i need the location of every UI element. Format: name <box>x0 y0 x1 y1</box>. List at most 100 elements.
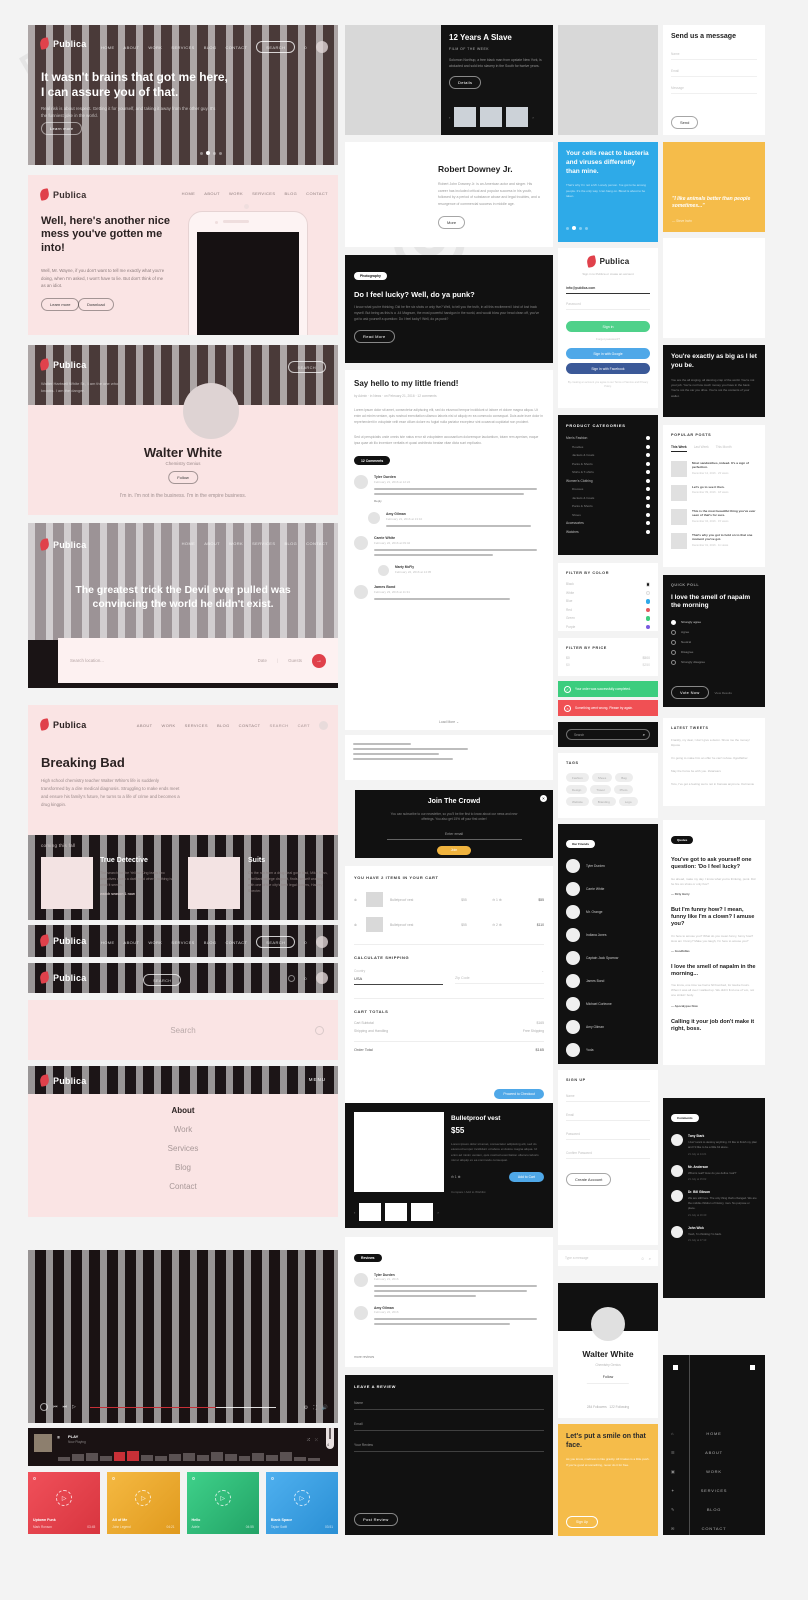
product-note[interactable]: Compare / Add to Wishlist <box>451 1190 544 1194</box>
tweet-item[interactable]: May the Force be with you. #starwars <box>671 769 757 774</box>
nav-item[interactable]: BLOG <box>284 191 297 196</box>
search-icon[interactable]: ⌕ <box>643 732 645 737</box>
prev-icon[interactable]: ‹ <box>449 115 450 120</box>
menu-item-about[interactable]: About <box>28 1106 338 1115</box>
tag-list[interactable]: Fashion Shoes Bag Design Travel Photo We… <box>566 773 650 806</box>
alert-error[interactable]: × Something went wrong. Please try again… <box>558 700 658 716</box>
more-icon[interactable] <box>191 1477 195 1480</box>
nav-item[interactable]: HOME <box>182 541 196 546</box>
country-select[interactable]: USA <box>354 976 443 985</box>
play-icon[interactable]: ▷ <box>135 1490 152 1507</box>
prev-icon[interactable]: ⏮ <box>53 1404 58 1410</box>
name-field[interactable]: Name <box>566 1094 650 1102</box>
confirm-password-field[interactable]: Confirm Password <box>566 1151 650 1159</box>
poll-option[interactable]: Disagree <box>671 649 757 655</box>
nav-item[interactable]: CONTACT <box>306 541 328 546</box>
nav-item[interactable]: WORK <box>148 45 162 50</box>
audio-player[interactable]: ⏸ PLAY Now Playing ⤮ ⤬ 4 <box>28 1428 338 1466</box>
dot[interactable] <box>579 226 582 230</box>
poll-option[interactable]: Strongly disagree <box>671 659 757 665</box>
email-input[interactable]: info@publica.com <box>566 286 650 294</box>
message-field[interactable]: Message <box>671 86 757 94</box>
nav-item[interactable]: BLOG <box>217 723 230 728</box>
tag-item[interactable]: Logo <box>618 797 638 806</box>
emoji-icon[interactable]: ☺ <box>641 1256 645 1261</box>
logo[interactable]: Publica <box>38 358 86 371</box>
close-icon[interactable]: × <box>540 795 547 802</box>
newsletter-submit-button[interactable]: Join <box>437 846 471 856</box>
search-button[interactable]: SEARCH <box>143 974 182 986</box>
shuffle-icon[interactable]: ⤮ <box>307 1437 310 1442</box>
show-card[interactable]: True Detective The search for the Yellow… <box>100 857 178 896</box>
nav-item[interactable]: HOME <box>101 45 115 50</box>
music-card[interactable]: ▷ Blank Space Taylor Swift 03:51 <box>265 1472 338 1534</box>
follow-button[interactable]: Follow <box>168 471 198 484</box>
close-icon[interactable] <box>750 1365 755 1370</box>
nav-item[interactable]: BLOG <box>204 45 217 50</box>
more-icon[interactable] <box>112 1477 116 1480</box>
navbar-a-nav[interactable]: HOME ABOUT WORK SERVICES BLOG CONTACT SE… <box>101 936 328 948</box>
location-input[interactable]: Search location... <box>70 658 248 663</box>
nav-item[interactable]: WORK <box>229 191 243 196</box>
tab-this-month[interactable]: This Month <box>716 445 732 452</box>
poll-option[interactable]: Strongly agree <box>671 619 757 625</box>
load-more-button[interactable]: Load More ⌄ <box>345 720 553 724</box>
popular-post-item[interactable]: Most sandwiches, indeed. It's a sign of … <box>671 461 757 477</box>
logo[interactable]: Publica <box>38 718 86 731</box>
search-input[interactable]: Search <box>170 1026 195 1035</box>
nav-item[interactable]: CONTACT <box>239 723 261 728</box>
settings-icon[interactable]: ⚙ <box>304 1405 308 1411</box>
carousel-dots[interactable] <box>566 226 588 230</box>
forgot-link[interactable]: Forgot password? <box>566 337 650 341</box>
add-to-cart-button[interactable]: Add to Cart <box>508 1171 544 1182</box>
create-account-button[interactable]: Create Account <box>566 1173 612 1186</box>
category-item[interactable]: Shoes <box>566 512 650 517</box>
hero2-nav[interactable]: HOME ABOUT WORK SERVICES BLOG CONTACT <box>182 191 328 196</box>
about-icon[interactable]: ☰ <box>671 1450 675 1455</box>
menu-item-contact[interactable]: Contact <box>28 1182 338 1191</box>
nav-item[interactable]: HOME <box>101 940 115 945</box>
dot-active[interactable] <box>572 226 576 230</box>
remove-icon[interactable]: ⊗ <box>354 923 359 927</box>
avatar[interactable] <box>316 41 328 53</box>
nav-item[interactable]: ABOUT <box>204 191 220 196</box>
reviews-more[interactable]: more reviews <box>354 1355 374 1359</box>
thumbnail[interactable] <box>359 1203 382 1221</box>
post-cta[interactable]: Read More <box>354 330 395 344</box>
qty-stepper[interactable]: ⊖ 1 ⊕ <box>451 1175 460 1179</box>
menu-toggle[interactable]: MENU <box>309 1077 326 1082</box>
hero-cta[interactable]: Learn more <box>41 122 83 135</box>
play-icon[interactable]: ▷ <box>56 1490 73 1507</box>
logo[interactable]: Publica <box>38 538 86 551</box>
tweet-item[interactable]: Toto, I've got a feeling we're not in Ka… <box>671 782 757 787</box>
category-item[interactable]: Women's Clothing <box>566 478 650 483</box>
avatar[interactable] <box>316 936 328 948</box>
poll-option[interactable]: Neutral <box>671 639 757 645</box>
post-review-button[interactable]: Post Review <box>354 1513 398 1526</box>
player-controls[interactable]: ⏮ ⏭ ▷ <box>40 1403 76 1411</box>
nav-item[interactable]: SERVICES <box>185 723 208 728</box>
menu-item-services[interactable]: Services <box>28 1144 338 1153</box>
member-item[interactable]: Yoda <box>566 1043 650 1057</box>
search-dark[interactable]: Search ⌕ <box>558 722 658 747</box>
category-item[interactable]: Watches <box>566 529 650 534</box>
menu-item-work[interactable]: Work <box>28 1125 338 1134</box>
show-nav[interactable]: ABOUT WORK SERVICES BLOG CONTACT Search … <box>137 721 328 730</box>
tag-item[interactable]: Fashion <box>566 773 589 782</box>
popular-post-item[interactable]: That's why you got to hold on to that on… <box>671 533 757 549</box>
logo[interactable]: Publica <box>38 971 86 984</box>
email-field[interactable]: Email <box>354 1422 544 1431</box>
product-image[interactable] <box>354 1112 444 1192</box>
search-button[interactable]: SEARCH <box>256 41 296 53</box>
skip-icon[interactable]: ▷ <box>72 1404 76 1410</box>
music-card[interactable]: ▷ Uptown Funk Mark Ronson 03:45 <box>28 1472 101 1534</box>
play-icon[interactable]: ▷ <box>214 1490 231 1507</box>
google-signin-button[interactable]: Sign in with Google <box>566 348 650 359</box>
menu-item-contact[interactable]: CONTACT <box>701 1526 728 1531</box>
poll-options[interactable]: Strongly agree Agree Neutral Disagree St… <box>671 619 757 665</box>
nav-item[interactable]: SERVICES <box>252 541 275 546</box>
logo[interactable]: Publica <box>38 37 86 50</box>
play-icon[interactable]: ▷ <box>293 1490 310 1507</box>
category-item[interactable]: Hoodies <box>566 444 650 449</box>
color-list[interactable]: Black White Blue Red Green Purple <box>566 582 650 629</box>
